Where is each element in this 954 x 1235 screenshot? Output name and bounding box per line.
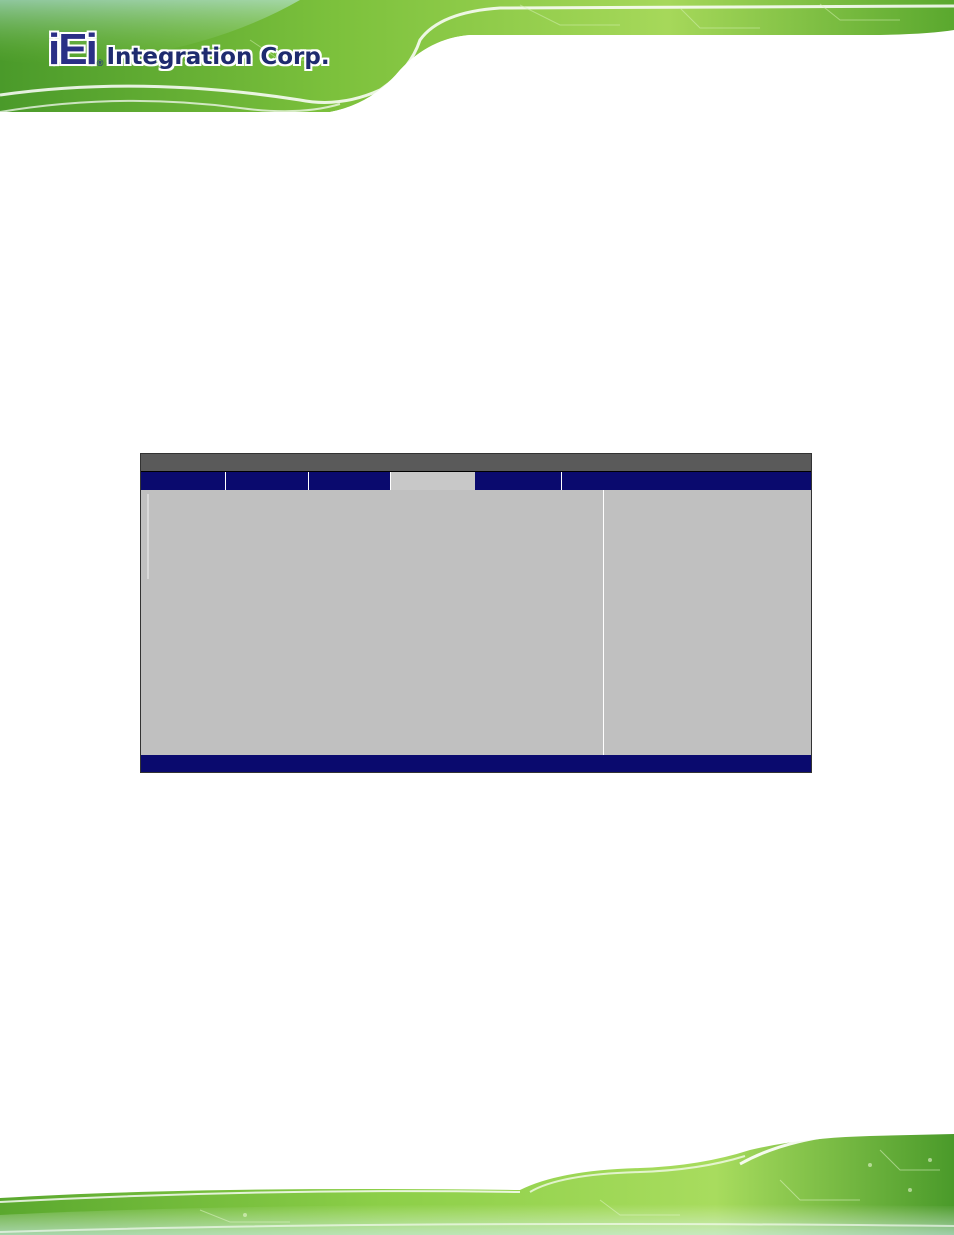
bios-help-panel [604, 490, 811, 756]
footer-green-swoosh [0, 1130, 954, 1235]
bios-tab-bar [141, 471, 811, 490]
company-logo: iEi ® Integration Corp. [48, 28, 330, 72]
bios-setup-screenshot [140, 453, 812, 773]
bios-title-bar [141, 454, 811, 471]
registered-mark: ® [96, 58, 104, 68]
logo-mark: iEi [48, 25, 98, 74]
footer-banner [0, 1120, 954, 1235]
header-banner: iEi ® Integration Corp. [0, 0, 954, 115]
logo-company-name: Integration Corp. [106, 44, 330, 70]
bios-selection-marker [147, 494, 149, 579]
bios-main-panel [141, 490, 603, 756]
bios-tab-4-active[interactable] [391, 472, 475, 490]
bios-status-bar [141, 755, 811, 772]
bios-tab-2[interactable] [226, 472, 309, 490]
bios-tab-3[interactable] [309, 472, 391, 490]
bios-tab-1[interactable] [141, 472, 226, 490]
bios-tab-5[interactable] [476, 472, 562, 490]
